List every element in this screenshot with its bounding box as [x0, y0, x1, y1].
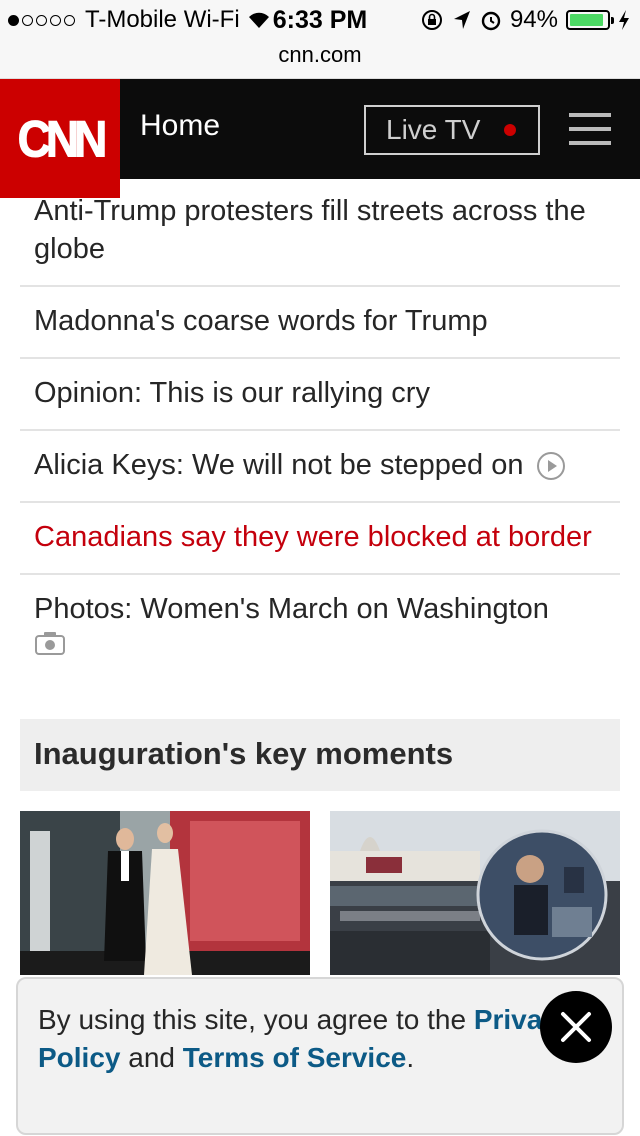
headline-list: Anti-Trump protesters fill streets acros…: [20, 179, 620, 673]
address-bar[interactable]: cnn.com: [0, 40, 640, 79]
consent-text: By using this site, you agree to the: [38, 1004, 474, 1035]
consent-text: and: [120, 1042, 183, 1073]
story-thumbnail[interactable]: [330, 811, 620, 975]
headline-text: Alicia Keys: We will not be stepped on: [34, 449, 524, 481]
headline-text: Opinion: This is our rallying cry: [34, 377, 430, 409]
battery-percent: 94%: [509, 6, 558, 33]
live-indicator-icon: [504, 124, 517, 136]
site-header: CNN Home Live TV: [0, 79, 640, 198]
headline-item[interactable]: Opinion: This is our rallying cry: [20, 359, 620, 431]
story-thumbnail[interactable]: [20, 811, 310, 975]
headline-text: Anti-Trump protesters fill streets acros…: [34, 195, 586, 265]
consent-text: .: [406, 1042, 415, 1073]
close-banner-button[interactable]: [540, 991, 612, 1063]
cnn-logo[interactable]: CNN: [0, 79, 120, 198]
camera-icon: [35, 632, 65, 655]
inauguration-capitol-photo: [330, 811, 620, 975]
live-tv-label: Live TV: [386, 114, 481, 145]
section-title[interactable]: Inauguration's key moments: [20, 719, 620, 791]
logo-text: CNN: [17, 109, 108, 168]
close-icon: [561, 1012, 591, 1042]
hamburger-menu-icon[interactable]: [569, 113, 611, 145]
headline-item[interactable]: Alicia Keys: We will not be stepped on: [20, 431, 620, 503]
location-arrow-icon: [453, 11, 470, 29]
headline-text: Canadians say they were blocked at borde…: [34, 521, 592, 553]
cookie-consent-banner: By using this site, you agree to the Pri…: [16, 977, 624, 1135]
headline-item[interactable]: Madonna's coarse words for Trump: [20, 287, 620, 359]
alarm-icon: [481, 11, 501, 31]
url-text: cnn.com: [278, 42, 362, 67]
play-icon: [536, 452, 565, 481]
inaugural-ball-photo: [20, 811, 310, 975]
headline-text: Madonna's coarse words for Trump: [34, 305, 488, 337]
rotation-lock-icon: [421, 10, 442, 30]
battery-icon: [566, 10, 614, 30]
nav-home-link[interactable]: Home: [140, 109, 220, 143]
live-tv-button[interactable]: Live TV: [364, 105, 540, 155]
status-bar: T-Mobile Wi-Fi 6:33 PM 94%: [0, 0, 640, 40]
headline-item[interactable]: Photos: Women's March on Washington: [20, 575, 620, 673]
headline-item[interactable]: Canadians say they were blocked at borde…: [20, 503, 620, 575]
headline-text: Photos: Women's March on Washington: [34, 593, 549, 625]
terms-of-service-link[interactable]: Terms of Service: [183, 1042, 407, 1073]
charging-bolt-icon: [619, 10, 629, 30]
